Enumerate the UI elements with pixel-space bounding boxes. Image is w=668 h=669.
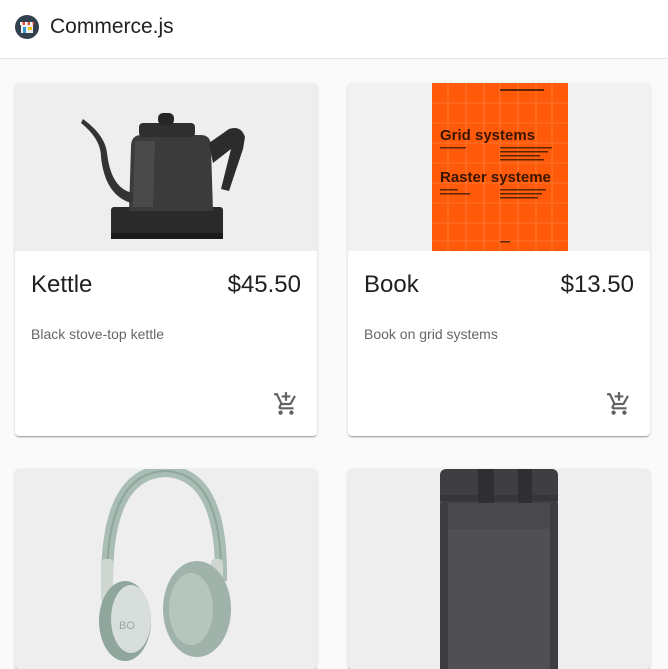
book-cover-title-1: Grid systems bbox=[440, 127, 535, 144]
brand-title[interactable]: Commerce.js bbox=[50, 14, 174, 40]
product-price: $13.50 bbox=[560, 271, 634, 298]
headphones-logo-text: BO bbox=[119, 620, 135, 632]
book-image: Grid systems Raster systeme bbox=[348, 83, 650, 251]
product-grid: Kettle $45.50 Black stove-top kettle Gri… bbox=[0, 59, 668, 669]
product-description: Black stove-top kettle bbox=[31, 326, 165, 342]
product-image-backpack[interactable] bbox=[348, 469, 650, 669]
product-image-book[interactable]: Grid systems Raster systeme bbox=[348, 83, 650, 251]
kettle-image bbox=[15, 83, 317, 251]
product-card-kettle: Kettle $45.50 Black stove-top kettle bbox=[15, 83, 317, 436]
product-name: Book bbox=[364, 271, 419, 298]
product-card-book: Grid systems Raster systeme Book $13.50 … bbox=[348, 83, 650, 436]
product-card-headphones: BO bbox=[15, 469, 317, 669]
product-price: $45.50 bbox=[227, 271, 301, 298]
add-shopping-cart-icon[interactable] bbox=[273, 391, 299, 417]
book-cover-title-2: Raster systeme bbox=[440, 169, 551, 186]
store-logo-icon[interactable] bbox=[15, 15, 39, 39]
product-name: Kettle bbox=[31, 271, 93, 298]
backpack-image bbox=[348, 469, 650, 669]
headphones-image: BO bbox=[15, 469, 317, 669]
product-card-backpack bbox=[348, 469, 650, 669]
product-image-kettle[interactable] bbox=[15, 83, 317, 251]
product-description: Book on grid systems bbox=[364, 326, 498, 342]
app-bar: Commerce.js bbox=[0, 0, 668, 59]
product-image-headphones[interactable]: BO bbox=[15, 469, 317, 669]
add-shopping-cart-icon[interactable] bbox=[606, 391, 632, 417]
